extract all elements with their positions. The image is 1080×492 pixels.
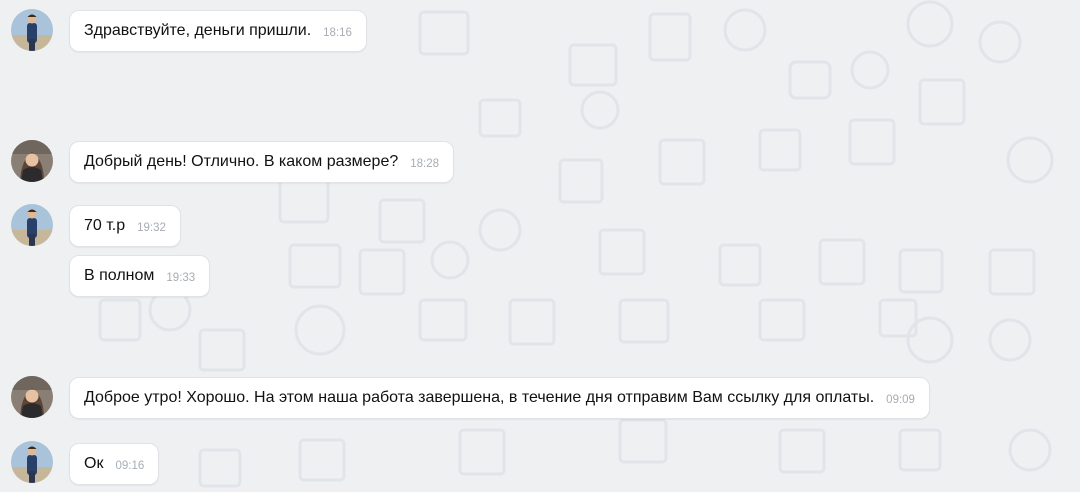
message-time: 18:16 <box>323 27 352 39</box>
message-time: 09:16 <box>115 460 145 472</box>
message-text: Доброе утро! Хорошо. На этом наша работа… <box>84 389 875 406</box>
avatar[interactable] <box>11 204 53 246</box>
message-bubble[interactable]: 70 т.р 19:32 <box>69 205 181 247</box>
message-time: 19:32 <box>137 222 166 234</box>
message-bubble[interactable]: Здравствуйте, деньги пришли. 18:16 <box>69 10 367 52</box>
avatar[interactable] <box>11 140 53 182</box>
avatar-man-image <box>11 441 53 483</box>
avatar-woman-image <box>11 376 53 418</box>
message-time: 19:33 <box>166 272 196 284</box>
avatar-man-image <box>11 9 53 51</box>
avatar[interactable] <box>11 9 53 51</box>
message-text: В полном <box>84 267 155 284</box>
avatar-man-image <box>11 204 53 246</box>
message-bubble[interactable]: Добрый день! Отлично. В каком размере? 1… <box>69 141 455 183</box>
message-bubble[interactable]: Доброе утро! Хорошо. На этом наша работа… <box>69 377 930 419</box>
avatar[interactable] <box>11 441 53 483</box>
message-bubble[interactable]: В полном 19:33 <box>69 255 211 297</box>
message-text: Добрый день! Отлично. В каком размере? <box>84 153 399 170</box>
message-text: Здравствуйте, деньги пришли. <box>84 22 312 39</box>
chat-message-list: Здравствуйте, деньги пришли. 18:16 Добры… <box>0 0 1080 492</box>
message-text: 70 т.р <box>84 217 126 234</box>
message-time: 18:28 <box>410 158 440 170</box>
message-text: Ок <box>84 455 104 472</box>
message-bubble[interactable]: Ок 09:16 <box>69 443 160 485</box>
avatar[interactable] <box>11 376 53 418</box>
avatar-woman-image <box>11 140 53 182</box>
message-time: 09:09 <box>886 394 915 406</box>
